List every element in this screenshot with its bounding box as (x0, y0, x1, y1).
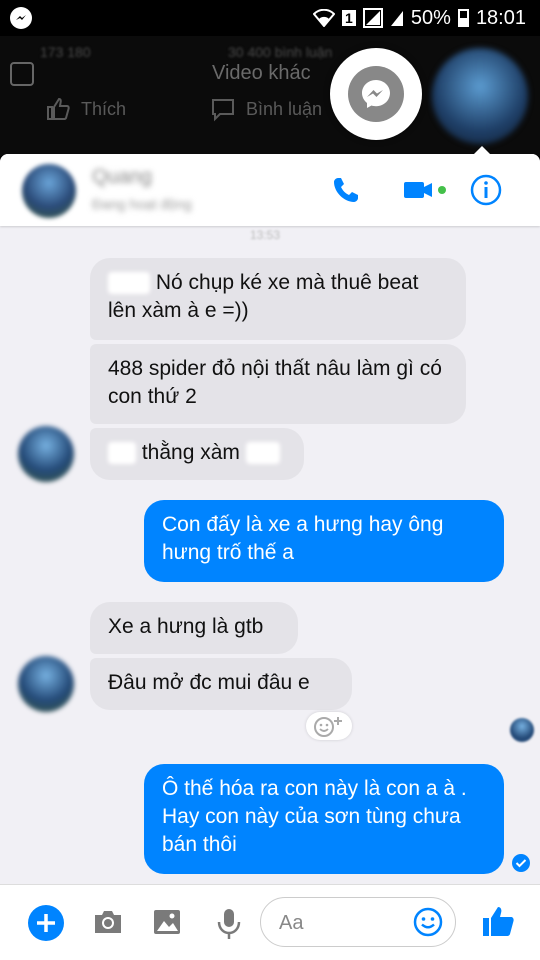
comment-count: 30 400 bình luận (228, 44, 333, 60)
thumbs-up-icon (47, 97, 70, 120)
messenger-chathead[interactable] (330, 48, 422, 140)
emoji-icon[interactable] (413, 907, 443, 937)
battery-icon (457, 9, 469, 27)
message-outgoing[interactable]: Ô thế hóa ra con này là con a à . Hay co… (144, 764, 504, 874)
comment-action[interactable]: Bình luận (210, 96, 322, 122)
delivered-check-icon (512, 854, 530, 872)
comment-label: Bình luận (246, 98, 323, 119)
message-incoming[interactable]: Xe a hưng là gtb (90, 602, 298, 654)
signal-icon (362, 8, 383, 28)
timestamp: 13:53 (250, 228, 281, 242)
message-input-box[interactable] (260, 897, 456, 947)
add-reaction-button[interactable] (306, 712, 352, 740)
message-text: Ô thế hóa ra con này là con a à . Hay co… (162, 777, 467, 856)
microphone-icon[interactable] (216, 907, 242, 941)
like-thumb-icon[interactable] (480, 903, 516, 939)
like-label: Thích (81, 98, 127, 119)
message-outgoing[interactable]: Con đấy là xe a hưng hay ông hưng trố th… (144, 500, 504, 582)
redacted-text (108, 442, 136, 465)
chat-panel: Quang Đang hoạt động 13:53 Nó chụp ké xe… (0, 154, 540, 960)
redacted-text (108, 272, 150, 295)
video-call-icon[interactable] (402, 174, 434, 206)
message-incoming[interactable]: Đâu mở đc mui đâu e (90, 658, 352, 710)
message-text: Xe a hưng là gtb (108, 615, 264, 638)
seen-avatar (510, 718, 534, 742)
sim-slot-badge: 1 (341, 10, 356, 26)
more-actions-button[interactable] (28, 905, 64, 941)
message-incoming[interactable]: Nó chụp ké xe mà thuê beat lên xàm à e =… (90, 258, 466, 340)
contact-name[interactable]: Quang (92, 166, 152, 189)
like-action[interactable]: Thích (45, 96, 126, 122)
message-text: thằng xàm (141, 441, 240, 464)
signal-icon-2 (390, 11, 403, 26)
video-section-title: Video khác (212, 62, 311, 84)
contact-status: Đang hoạt động (92, 196, 192, 212)
contact-avatar[interactable] (22, 164, 76, 218)
messenger-notification-icon (10, 7, 32, 29)
info-icon[interactable] (470, 174, 502, 206)
status-icons: 1 50% 18:01 (312, 6, 526, 30)
reaction-count: 173 180 (40, 44, 91, 60)
clock: 18:01 (475, 6, 526, 29)
composer-bar (0, 884, 540, 960)
message-text: Nó chụp ké xe mà thuê beat lên xàm à e =… (108, 271, 419, 322)
message-text: 488 spider đỏ nội thất nâu làm gì có con… (108, 357, 442, 408)
minimize-icon (10, 62, 34, 86)
comment-icon (212, 99, 234, 122)
message-incoming[interactable]: thằng xàm (90, 428, 304, 480)
status-bar: 1 50% 18:01 (0, 0, 540, 36)
contact-chathead-avatar[interactable] (432, 48, 528, 144)
gallery-icon[interactable] (152, 907, 182, 937)
contact-avatar-small[interactable] (18, 656, 74, 712)
active-status-dot (438, 186, 446, 194)
plus-icon (37, 914, 55, 932)
phone-icon[interactable] (330, 174, 362, 206)
add-reaction-icon (314, 717, 342, 737)
message-text: Con đấy là xe a hưng hay ông hưng trố th… (162, 513, 444, 564)
redacted-text (245, 442, 280, 465)
message-input[interactable] (277, 908, 411, 938)
messenger-icon (348, 66, 404, 122)
message-incoming[interactable]: 488 spider đỏ nội thất nâu làm gì có con… (90, 344, 466, 424)
conversation-header: Quang Đang hoạt động (0, 154, 540, 226)
message-text: Đâu mở đc mui đâu e (108, 671, 310, 694)
wifi-icon (312, 9, 335, 27)
battery-percent: 50% (410, 6, 451, 29)
camera-icon[interactable] (92, 907, 124, 937)
contact-avatar-small[interactable] (18, 426, 74, 482)
